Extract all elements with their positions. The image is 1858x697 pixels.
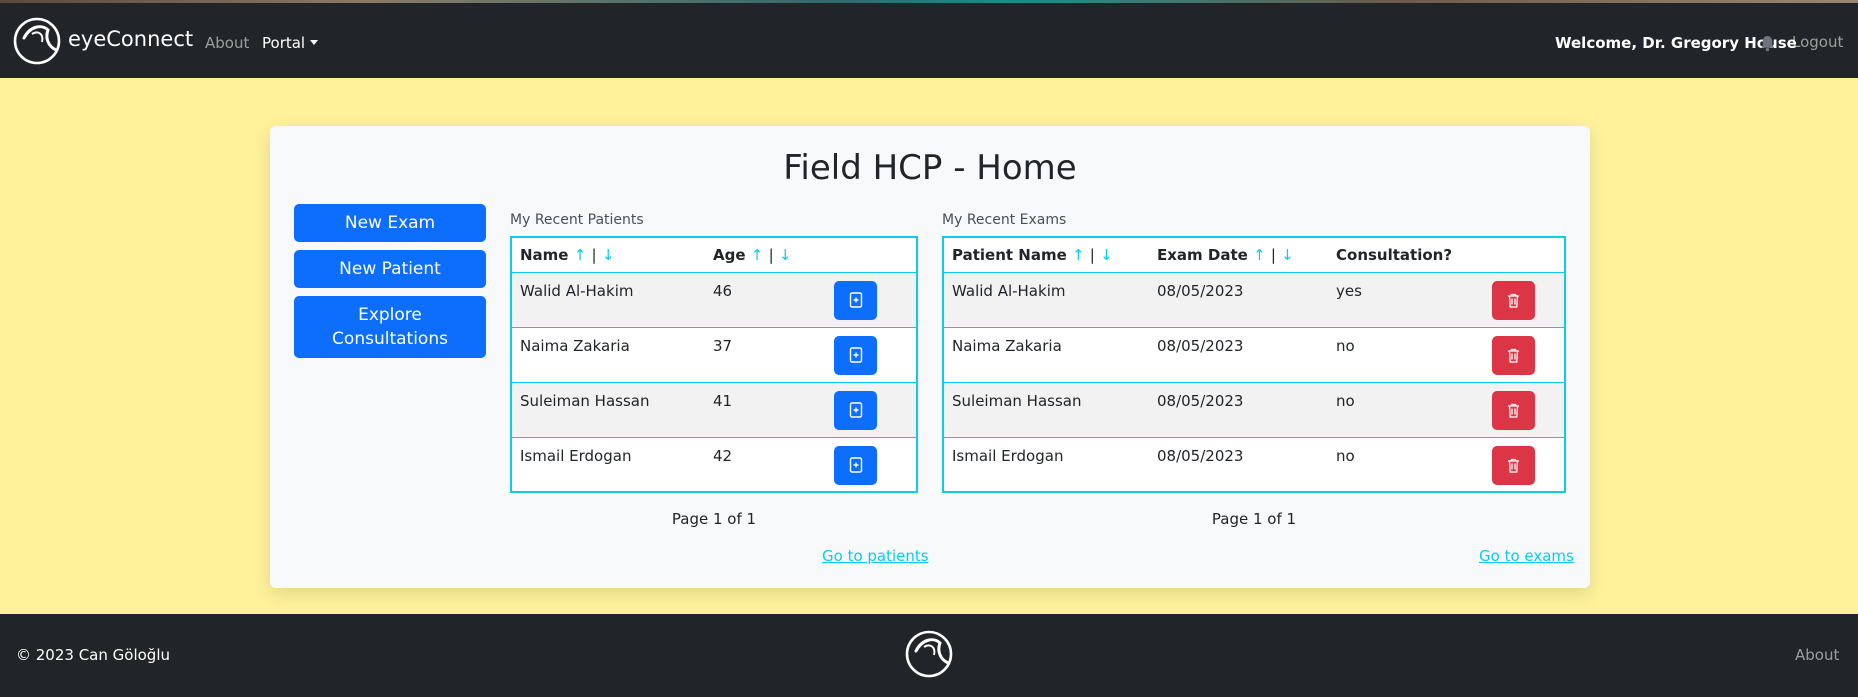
patient-file-icon: [849, 457, 862, 473]
table-row: Suleiman Hassan 08/05/2023 no: [943, 381, 1565, 438]
column-header-consultation: Consultation?: [1328, 236, 1484, 273]
patient-name-cell: Walid Al-Hakim: [511, 271, 705, 328]
exam-date-cell: 08/05/2023: [1149, 271, 1328, 328]
patient-file-icon: [849, 402, 862, 418]
exam-patient-name-cell: Naima Zakaria: [943, 326, 1149, 383]
eye-logo-icon[interactable]: [904, 629, 954, 679]
recent-exams-label: My Recent Exams: [942, 212, 1067, 228]
recent-exams-table: Patient Name ↑ | ↓ Exam Date ↑ | ↓ Consu…: [942, 236, 1566, 493]
new-exam-button[interactable]: New Exam: [294, 204, 486, 242]
explore-consultations-label-line2: Consultations: [332, 329, 448, 349]
home-card: Field HCP - Home New Exam New Patient Ex…: [270, 126, 1590, 588]
table-row: Naima Zakaria 08/05/2023 no: [943, 326, 1565, 383]
table-header-row: Patient Name ↑ | ↓ Exam Date ↑ | ↓ Consu…: [943, 236, 1565, 273]
eye-logo-icon[interactable]: [12, 16, 62, 66]
column-header-actions: [1484, 236, 1565, 273]
recent-patients-table: Name ↑ | ↓ Age ↑ | ↓ Walid Al-Hakim 46 N…: [510, 236, 918, 493]
sort-desc-exam-date-icon[interactable]: ↓: [1281, 246, 1294, 264]
patient-age-cell: 42: [705, 436, 826, 493]
patient-file-icon: [849, 347, 862, 363]
table-row: Walid Al-Hakim 08/05/2023 yes: [943, 271, 1565, 328]
sort-desc-name-icon[interactable]: ↓: [602, 246, 615, 264]
patient-age-cell: 46: [705, 271, 826, 328]
patients-pagination: Page 1 of 1: [671, 510, 757, 528]
table-header-row: Name ↑ | ↓ Age ↑ | ↓: [511, 236, 917, 273]
delete-exam-button[interactable]: [1492, 390, 1535, 430]
exam-date-cell: 08/05/2023: [1149, 326, 1328, 383]
new-patient-button[interactable]: New Patient: [294, 250, 486, 288]
open-patient-button[interactable]: [834, 280, 877, 320]
explore-consultations-label-line1: Explore: [358, 305, 422, 325]
sort-asc-name-icon[interactable]: ↑: [574, 246, 587, 264]
patient-age-cell: 37: [705, 326, 826, 383]
brand-name[interactable]: eyeConnect: [68, 27, 193, 51]
table-row: Suleiman Hassan 41: [511, 381, 917, 438]
table-row: Ismail Erdogan 08/05/2023 no: [943, 436, 1565, 493]
exam-patient-name-cell: Walid Al-Hakim: [943, 271, 1149, 328]
consultation-cell: yes: [1328, 271, 1484, 328]
recent-patients-label: My Recent Patients: [510, 212, 644, 228]
exams-pagination: Page 1 of 1: [1211, 510, 1297, 528]
open-patient-button[interactable]: [834, 445, 877, 485]
delete-exam-button[interactable]: [1492, 445, 1535, 485]
chevron-down-icon: [310, 40, 319, 45]
page-title: Field HCP - Home: [783, 148, 1077, 188]
open-patient-button[interactable]: [834, 390, 877, 430]
consultation-cell: no: [1328, 436, 1484, 493]
go-to-patients-link[interactable]: Go to patients: [822, 547, 929, 565]
consultation-cell: no: [1328, 326, 1484, 383]
footer-about-link[interactable]: About: [1795, 646, 1839, 664]
patient-file-icon: [849, 292, 862, 308]
table-row: Walid Al-Hakim 46: [511, 271, 917, 328]
footer: © 2023 Can Göloğlu About: [0, 614, 1858, 697]
column-header-name: Name ↑ | ↓: [511, 236, 705, 273]
bell-icon[interactable]: [1760, 35, 1775, 52]
go-to-exams-link[interactable]: Go to exams: [1479, 547, 1574, 565]
sort-asc-exam-date-icon[interactable]: ↑: [1253, 246, 1266, 264]
column-header-exam-date: Exam Date ↑ | ↓: [1149, 236, 1328, 273]
trash-icon: [1508, 293, 1519, 308]
exam-date-cell: 08/05/2023: [1149, 381, 1328, 438]
sort-asc-age-icon[interactable]: ↑: [751, 246, 764, 264]
patient-name-cell: Suleiman Hassan: [511, 381, 705, 438]
sort-asc-patient-name-icon[interactable]: ↑: [1072, 246, 1085, 264]
open-patient-button[interactable]: [834, 335, 877, 375]
patient-name-cell: Ismail Erdogan: [511, 436, 705, 493]
delete-exam-button[interactable]: [1492, 280, 1535, 320]
sort-desc-patient-name-icon[interactable]: ↓: [1100, 246, 1113, 264]
exam-patient-name-cell: Ismail Erdogan: [943, 436, 1149, 493]
exam-date-cell: 08/05/2023: [1149, 436, 1328, 493]
sort-desc-age-icon[interactable]: ↓: [779, 246, 792, 264]
column-header-age: Age ↑ | ↓: [705, 236, 826, 273]
column-header-patient-name: Patient Name ↑ | ↓: [943, 236, 1149, 273]
explore-consultations-button[interactable]: Explore Consultations: [294, 296, 486, 358]
trash-icon: [1508, 458, 1519, 473]
table-row: Ismail Erdogan 42: [511, 436, 917, 493]
nav-portal-dropdown[interactable]: Portal: [262, 34, 319, 52]
nav-about-link[interactable]: About: [205, 34, 249, 52]
trash-icon: [1508, 348, 1519, 363]
copyright-text: © 2023 Can Göloğlu: [16, 646, 170, 664]
patient-age-cell: 41: [705, 381, 826, 438]
patient-name-cell: Naima Zakaria: [511, 326, 705, 383]
navbar: eyeConnect About Portal Welcome, Dr. Gre…: [0, 3, 1858, 78]
logout-link[interactable]: Logout: [1792, 33, 1843, 51]
table-row: Naima Zakaria 37: [511, 326, 917, 383]
delete-exam-button[interactable]: [1492, 335, 1535, 375]
column-header-actions: [826, 236, 917, 273]
consultation-cell: no: [1328, 381, 1484, 438]
nav-portal-label: Portal: [262, 34, 306, 52]
trash-icon: [1508, 403, 1519, 418]
exam-patient-name-cell: Suleiman Hassan: [943, 381, 1149, 438]
